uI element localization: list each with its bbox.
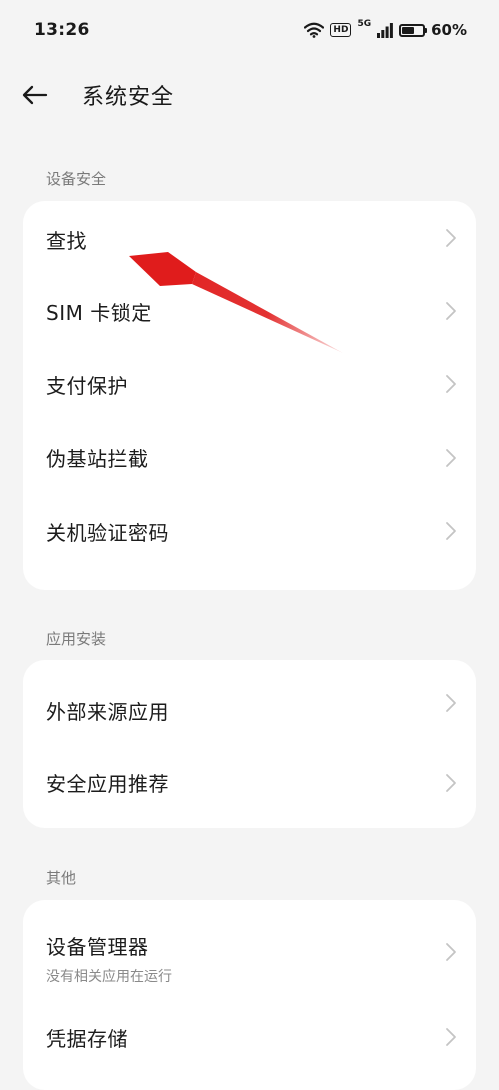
- chevron-right-icon: [446, 1028, 456, 1046]
- row-label: 安全应用推荐: [46, 772, 169, 796]
- battery-fill: [402, 26, 415, 34]
- row-sublabel: 没有相关应用在运行: [46, 968, 172, 985]
- card-device-security: 查找 SIM 卡锁定 支付保护 伪基站拦截 关机验证密码: [23, 201, 476, 590]
- section-label-app-install: 应用安装: [46, 630, 107, 648]
- chevron-right-icon: [446, 522, 456, 541]
- row-label: 设备管理器: [46, 934, 149, 959]
- chevron-right-icon: [446, 375, 456, 394]
- status-icons: HD 5G 60%: [304, 19, 467, 39]
- row-credential-storage[interactable]: 凭据存储: [23, 1004, 476, 1070]
- row-label: 伪基站拦截: [46, 447, 149, 472]
- section-label-device-security: 设备安全: [46, 170, 107, 188]
- chevron-right-icon: [446, 302, 456, 320]
- status-bar: 13:26 HD 5G 60%: [0, 0, 499, 60]
- row-sim-lock[interactable]: SIM 卡锁定: [23, 274, 476, 347]
- back-arrow-icon: [22, 85, 48, 105]
- row-safe-app-recommend[interactable]: 安全应用推荐: [23, 746, 476, 819]
- wifi-icon: [304, 22, 325, 38]
- card-app-install: 外部来源应用 安全应用推荐: [23, 660, 476, 828]
- hd-badge: HD: [330, 23, 352, 37]
- row-label: 查找: [46, 229, 87, 254]
- row-label: 外部来源应用: [46, 699, 169, 724]
- page-title: 系统安全: [82, 85, 175, 110]
- section-label-other: 其他: [46, 869, 77, 887]
- chevron-right-icon: [446, 694, 456, 712]
- chevron-right-icon: [446, 943, 456, 961]
- row-fake-base-station[interactable]: 伪基站拦截: [23, 421, 476, 494]
- status-time: 13:26: [34, 20, 90, 40]
- row-label: 支付保护: [46, 373, 128, 398]
- chevron-right-icon: [446, 228, 456, 247]
- row-find[interactable]: 查找: [23, 201, 476, 274]
- row-device-manager[interactable]: 设备管理器 没有相关应用在运行: [23, 900, 476, 1004]
- row-external-sources[interactable]: 外部来源应用: [23, 660, 476, 746]
- header: 系统安全: [0, 72, 499, 118]
- network-type: 5G: [357, 19, 372, 29]
- row-label: SIM 卡锁定: [46, 300, 152, 325]
- signal-icon: [377, 22, 393, 38]
- row-label: 关机验证密码: [46, 520, 169, 545]
- row-shutdown-password[interactable]: 关机验证密码: [23, 495, 476, 568]
- card-other: 设备管理器 没有相关应用在运行 凭据存储: [23, 900, 476, 1090]
- battery-percent: 60%: [431, 21, 467, 39]
- row-payment-protection[interactable]: 支付保护: [23, 348, 476, 421]
- row-label: 凭据存储: [46, 1026, 128, 1051]
- chevron-right-icon: [446, 448, 456, 467]
- chevron-right-icon: [446, 773, 456, 792]
- back-button[interactable]: [22, 72, 82, 118]
- battery-icon: [399, 23, 428, 37]
